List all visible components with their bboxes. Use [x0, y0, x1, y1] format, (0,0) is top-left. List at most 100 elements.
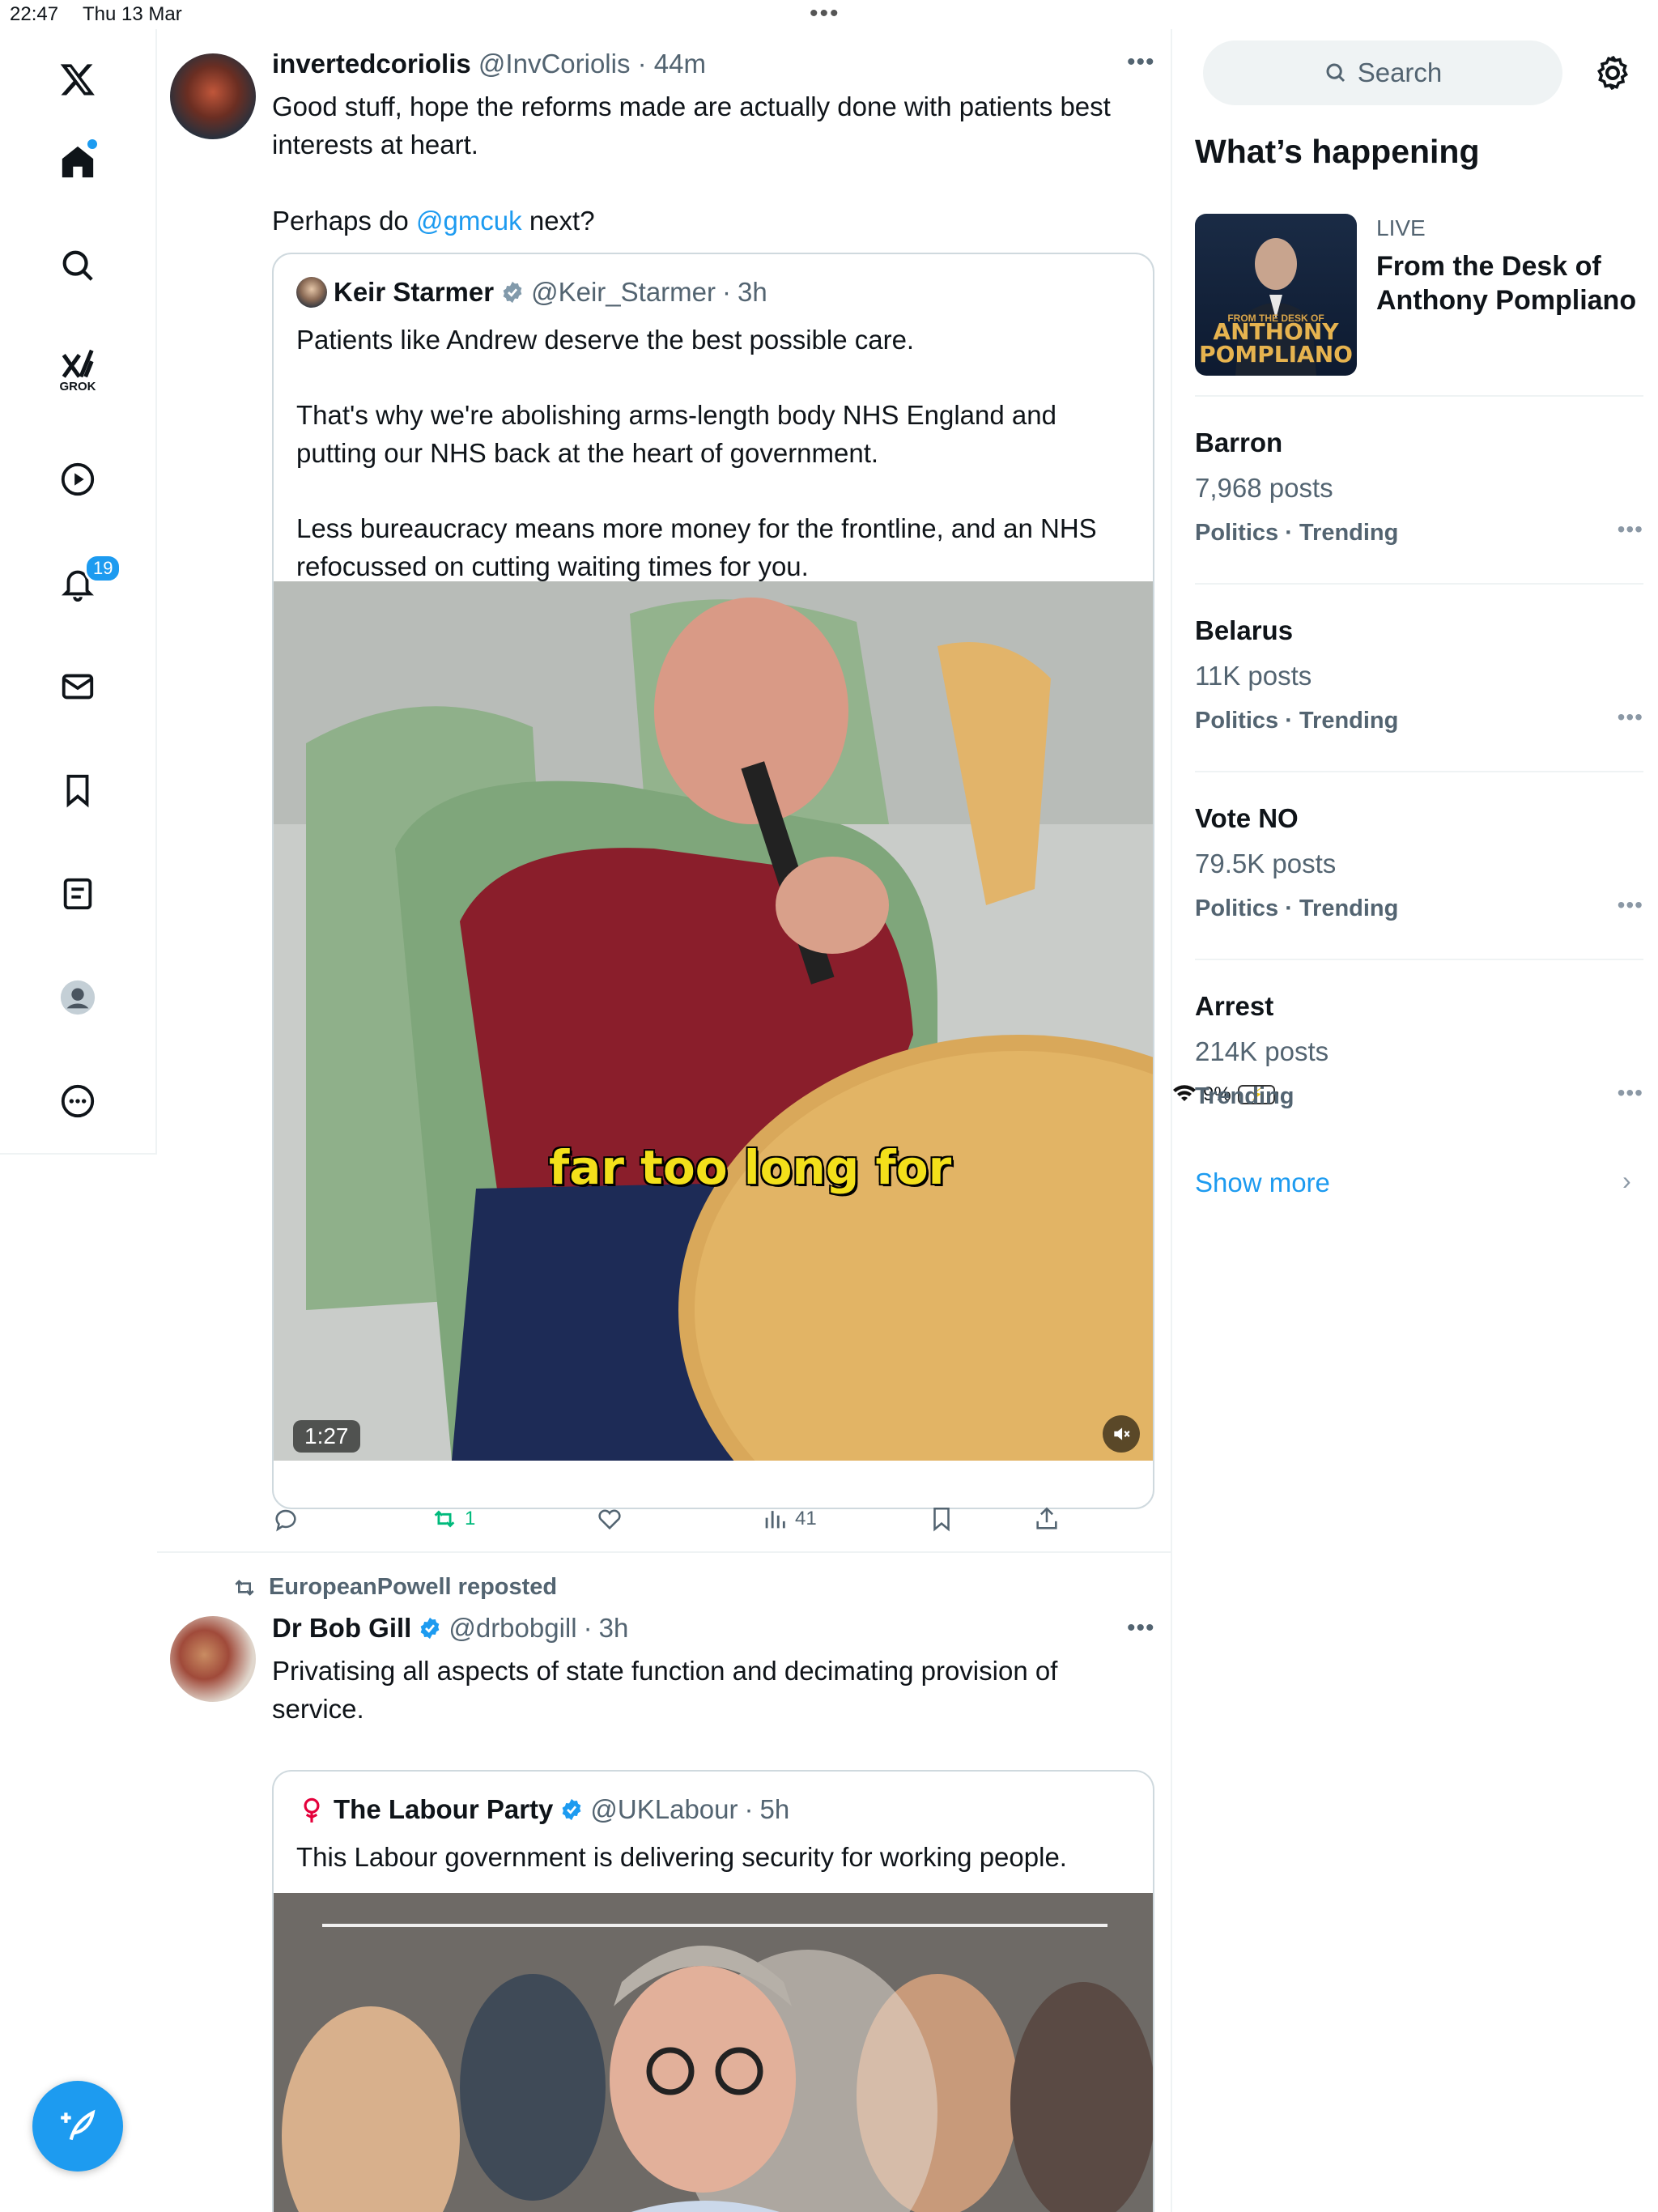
search-input[interactable]: Search — [1203, 40, 1562, 105]
video-caption: far too long for — [549, 1140, 952, 1195]
trend-more-icon[interactable]: ••• — [1618, 1080, 1643, 1106]
grok-icon — [62, 349, 94, 378]
tweet-author-name[interactable]: invertedcoriolis — [272, 49, 471, 79]
video-frame — [274, 581, 1153, 1461]
chevron-right-icon[interactable]: › — [1622, 1166, 1631, 1196]
bookmark-icon — [933, 1507, 950, 1532]
trend-more-icon[interactable]: ••• — [1618, 892, 1643, 918]
video-frame — [274, 1893, 1153, 2212]
quote-author-name[interactable]: The Labour Party — [334, 1794, 553, 1825]
quote-text-line: putting our NHS back at the heart of gov… — [296, 438, 879, 468]
feather-plus-icon — [61, 2109, 96, 2141]
right-sidebar: Search What’s happening FROM THE DESK OF… — [1172, 29, 1658, 2212]
like-button[interactable] — [596, 1505, 623, 1533]
play-icon — [61, 462, 95, 496]
reposted-by-label[interactable]: EuropeanPowell reposted — [269, 1574, 557, 1601]
quoted-tweet[interactable]: The Labour Party @UKLabour · 5h This Labou… — [272, 1770, 1154, 2212]
trend-item[interactable]: Barron 7,968 posts Politics · Trending •… — [1195, 428, 1643, 614]
tweet-time[interactable]: 3h — [599, 1613, 629, 1644]
video-duration: 1:27 — [293, 1420, 360, 1453]
divider — [1195, 395, 1643, 397]
divider — [1195, 771, 1643, 772]
quote-header: Keir Starmer @Keir_Starmer · 3h — [296, 277, 767, 308]
tweet-2[interactable]: EuropeanPowell reposted Dr Bob Gill @drb… — [157, 1553, 1171, 2212]
trend-item[interactable]: Arrest 214K posts Trending ••• — [1195, 991, 1643, 1177]
tweet-1-header: invertedcoriolis @InvCoriolis · 44m — [272, 49, 706, 79]
bookmark-button[interactable] — [928, 1505, 955, 1533]
list-icon — [63, 878, 92, 910]
repost-button[interactable]: 1 — [431, 1505, 475, 1533]
avatar-drbobgill[interactable] — [170, 1616, 256, 1702]
trend-name: Arrest — [1195, 991, 1274, 1021]
more-options-icon[interactable]: ••• — [1127, 1614, 1155, 1642]
reply-button[interactable] — [272, 1505, 300, 1533]
nav-explore[interactable] — [49, 236, 107, 295]
views-bar-icon — [765, 1511, 785, 1529]
live-title[interactable]: From the Desk of Anthony Pompliano — [1376, 249, 1652, 317]
nav-messages[interactable] — [49, 657, 107, 716]
nav-grok[interactable]: GROK — [49, 340, 107, 398]
video-player[interactable] — [274, 1893, 1153, 2212]
compose-post-button[interactable] — [32, 2081, 123, 2172]
nav-more[interactable] — [49, 1072, 107, 1130]
quote-time[interactable]: 3h — [738, 277, 767, 308]
quote-avatar[interactable] — [296, 277, 327, 308]
more-options-icon[interactable]: ••• — [1127, 49, 1155, 76]
quote-header: The Labour Party @UKLabour · 5h — [296, 1794, 789, 1825]
mention-link[interactable]: @gmcuk — [416, 206, 522, 236]
trend-more-icon[interactable]: ••• — [1618, 517, 1643, 542]
x-logo-icon — [60, 64, 95, 96]
mute-button[interactable] — [1103, 1415, 1140, 1453]
tweet-text-line: Good stuff, hope the reforms made are ac… — [272, 91, 1111, 121]
quote-text-line: That's why we're abolishing arms-length … — [296, 400, 1056, 430]
tweet-text-line: interests at heart. — [272, 130, 478, 160]
tweet-author-handle[interactable]: @InvCoriolis — [478, 49, 631, 79]
nav-notifications[interactable]: 19 — [49, 554, 122, 612]
more-circle-icon — [61, 1084, 95, 1118]
nav-bookmarks[interactable] — [49, 761, 107, 819]
quoted-tweet[interactable]: Keir Starmer @Keir_Starmer · 3h Patients l… — [272, 253, 1154, 1509]
search-placeholder: Search — [1357, 57, 1443, 87]
tweet-author-name[interactable]: Dr Bob Gill — [272, 1613, 411, 1644]
multitasking-dots-icon[interactable]: ••• — [810, 0, 840, 28]
trend-more-icon[interactable]: ••• — [1618, 704, 1643, 730]
trend-category: Trending — [1195, 1083, 1295, 1109]
heart-icon — [598, 1509, 621, 1530]
views-button[interactable]: 41 — [761, 1505, 817, 1533]
quote-author-handle[interactable]: @UKLabour — [590, 1794, 738, 1825]
share-button[interactable] — [1033, 1505, 1061, 1533]
notifications-badge: 19 — [84, 554, 122, 583]
tweet-2-header: Dr Bob Gill @drbobgill · 3h — [272, 1613, 629, 1644]
trend-item[interactable]: Vote NO 79.5K posts Politics · Trending … — [1195, 803, 1643, 989]
search-icon — [1326, 63, 1345, 83]
live-thumbnail[interactable]: FROM THE DESK OF ANTHONY POMPLIANO — [1195, 214, 1357, 376]
quote-text: Patients like Andrew deserve the best po… — [296, 321, 1138, 585]
trend-name: Belarus — [1195, 615, 1294, 645]
gear-icon[interactable] — [1593, 53, 1632, 92]
quote-text-line: Patients like Andrew deserve the best po… — [296, 325, 915, 355]
quote-author-handle[interactable]: @Keir_Starmer — [531, 277, 716, 308]
nav-home[interactable] — [49, 133, 107, 191]
timeline-feed[interactable]: invertedcoriolis @InvCoriolis · 44m ••• … — [157, 29, 1172, 2212]
trend-category: Politics · Trending — [1195, 520, 1399, 546]
quote-text: This Labour government is delivering sec… — [296, 1838, 1138, 1876]
quote-time[interactable]: 5h — [760, 1794, 790, 1825]
labour-rose-icon[interactable] — [296, 1794, 327, 1825]
x-logo-icon[interactable] — [49, 50, 107, 108]
profile-avatar-icon — [60, 980, 96, 1015]
nav-lists[interactable] — [49, 865, 107, 923]
live-event-card[interactable]: FROM THE DESK OF ANTHONY POMPLIANO LIVE … — [1195, 214, 1648, 384]
tweet-time[interactable]: 44m — [654, 49, 706, 79]
avatar-invertedcoriolis[interactable] — [170, 53, 256, 139]
tweet-text-line: Perhaps do @gmcuk next? — [272, 206, 595, 236]
nav-videos[interactable] — [49, 450, 107, 508]
tweet-author-handle[interactable]: @drbobgill — [449, 1613, 576, 1644]
repost-icon — [434, 1510, 455, 1528]
live-label: LIVE — [1376, 215, 1426, 240]
video-player[interactable]: far too long for 1:27 — [274, 581, 1153, 1461]
quote-author-name[interactable]: Keir Starmer — [334, 277, 494, 308]
nav-profile[interactable] — [49, 968, 107, 1027]
show-more-link[interactable]: Show more — [1195, 1168, 1330, 1198]
tweet-1[interactable]: invertedcoriolis @InvCoriolis · 44m ••• … — [157, 29, 1171, 1553]
trend-item[interactable]: Belarus 11K posts Politics · Trending ••… — [1195, 615, 1643, 802]
